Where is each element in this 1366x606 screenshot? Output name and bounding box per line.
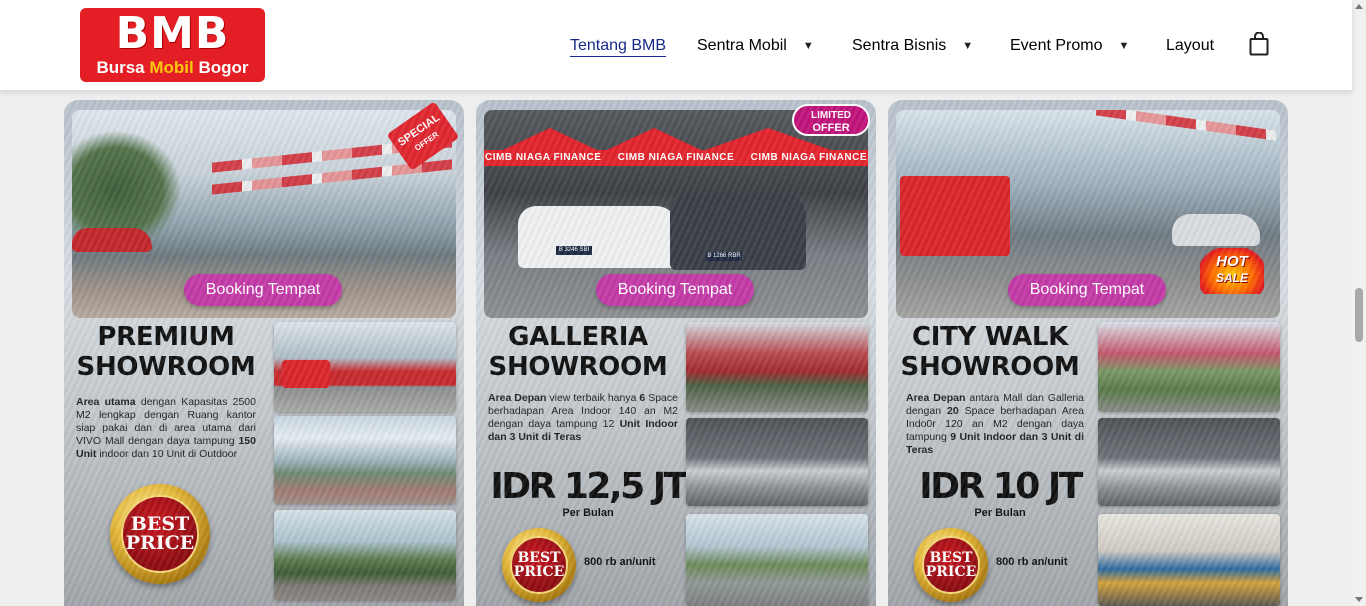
mall-facade-stripe [1096, 110, 1276, 141]
seal-text: PRICE [513, 564, 565, 580]
gallery-thumbnail[interactable] [1098, 322, 1280, 412]
shopping-bag-icon[interactable] [1249, 32, 1269, 56]
showroom-description: Area Depan view terbaik hanya 6 Space be… [488, 392, 678, 443]
nav-label: Event Promo [1010, 37, 1103, 54]
white-car: B 3246 SBI [518, 206, 678, 268]
showroom-title: GALLERIA SHOWROOM [488, 322, 668, 382]
showroom-title: PREMIUM SHOWROOM [76, 322, 256, 382]
red-car [72, 228, 152, 252]
seal-text: PRICE [125, 532, 195, 554]
nav-tentang-bmb[interactable]: Tentang BMB [570, 35, 667, 57]
license-plate: B 3246 SBI [556, 246, 592, 255]
hot-sale-badge: HOT SALE [1200, 248, 1264, 294]
gallery-thumbnail[interactable] [1098, 418, 1280, 506]
title-line: SHOWROOM [76, 352, 256, 382]
caret-down-icon: ▼ [962, 40, 974, 52]
tent-banner: CIMB NIAGA FINANCE CIMB NIAGA FINANCE CI… [484, 150, 868, 166]
premium-showroom-card: Booking Tempat SPECIAL OFFER PREMIUM SHO… [64, 100, 464, 606]
scroll-up-arrow-icon[interactable] [1355, 4, 1363, 9]
badge-text: LIMITED [811, 110, 851, 121]
bmb-logo[interactable]: BMB Bursa Mobil Bogor [80, 8, 265, 82]
title-line: SHOWROOM [488, 352, 668, 382]
unit-price: 800 rb an/unit [584, 556, 656, 568]
seal-text: BEST [929, 550, 973, 566]
scroll-thumb[interactable] [1355, 288, 1363, 342]
galleria-showroom-photo: CIMB NIAGA FINANCE CIMB NIAGA FINANCE CI… [484, 110, 868, 318]
seal-text: BEST [517, 550, 561, 566]
nav-label: Sentra Mobil [697, 37, 787, 54]
showroom-description: Area Depan antara Mall dan Galleria deng… [906, 392, 1084, 456]
price-label: IDR 12,5 JT [490, 466, 688, 507]
nav-label: Layout [1166, 37, 1215, 54]
title-line: SHOWROOM [900, 352, 1080, 382]
caret-down-icon: ▼ [1118, 40, 1130, 52]
booking-tempat-button[interactable]: Booking Tempat [1008, 274, 1166, 306]
dark-suv: B 1266 RBR [670, 194, 806, 270]
page-scrollbar[interactable] [1352, 0, 1366, 606]
limited-offer-badge: LIMITED OFFER [792, 104, 870, 136]
title-line: GALLERIA [508, 322, 648, 352]
gallery-thumbnail[interactable] [1098, 514, 1280, 606]
nav-event-promo[interactable]: Event Promo ▼ [1010, 35, 1129, 57]
nav-label: Tentang BMB [570, 36, 667, 54]
promo-truck [282, 360, 330, 388]
site-header: BMB Bursa Mobil Bogor Tentang BMB Sentra… [0, 0, 1352, 90]
booking-tempat-button[interactable]: Booking Tempat [596, 274, 754, 306]
logo-tagline: Bursa Mobil Bogor [96, 58, 249, 77]
seal-text: PRICE [925, 564, 977, 580]
logo-wordmark: BMB [115, 8, 230, 59]
gallery-thumbnail[interactable] [274, 416, 456, 504]
gallery-thumbnail[interactable] [274, 322, 456, 412]
badge-text: HOT [1216, 253, 1248, 270]
best-price-seal: BEST PRICE [914, 528, 988, 602]
title-line: PREMIUM [97, 322, 235, 352]
white-suv [1172, 214, 1260, 246]
nav-layout[interactable]: Layout [1166, 35, 1214, 57]
nav-sentra-bisnis[interactable]: Sentra Bisnis ▼ [852, 35, 973, 57]
badge-text: OFFER [812, 122, 850, 134]
price-period: Per Bulan [562, 507, 614, 519]
gallery-thumbnail[interactable] [686, 514, 868, 606]
showroom-title: CITY WALK SHOWROOM [900, 322, 1080, 382]
scroll-down-arrow-icon[interactable] [1355, 597, 1363, 602]
gallery-thumbnail[interactable] [686, 322, 868, 412]
unit-price: 800 rb an/unit [996, 556, 1068, 568]
gallery-thumbnail[interactable] [274, 510, 456, 600]
booking-tempat-button[interactable]: Booking Tempat [184, 274, 342, 306]
galleria-showroom-card: CIMB NIAGA FINANCE CIMB NIAGA FINANCE CI… [476, 100, 876, 606]
promo-truck [900, 176, 1010, 256]
showroom-description: Area utama dengan Kapasitas 2500 M2 leng… [76, 396, 256, 460]
title-line: CITY WALK [911, 322, 1069, 352]
best-price-seal: BEST PRICE [502, 528, 576, 602]
price-period: Per Bulan [974, 507, 1026, 519]
city-walk-showroom-card: Booking Tempat HOT SALE CITY WALK SHOWRO… [888, 100, 1288, 606]
license-plate: B 1266 RBR [706, 252, 742, 261]
price-label: IDR 10 JT [919, 466, 1083, 507]
nav-sentra-mobil[interactable]: Sentra Mobil ▼ [697, 35, 814, 57]
gallery-thumbnail[interactable] [686, 418, 868, 506]
nav-label: Sentra Bisnis [852, 37, 947, 54]
badge-text: SALE [1215, 271, 1248, 285]
caret-down-icon: ▼ [802, 40, 814, 52]
best-price-seal: BEST PRICE [110, 484, 210, 584]
